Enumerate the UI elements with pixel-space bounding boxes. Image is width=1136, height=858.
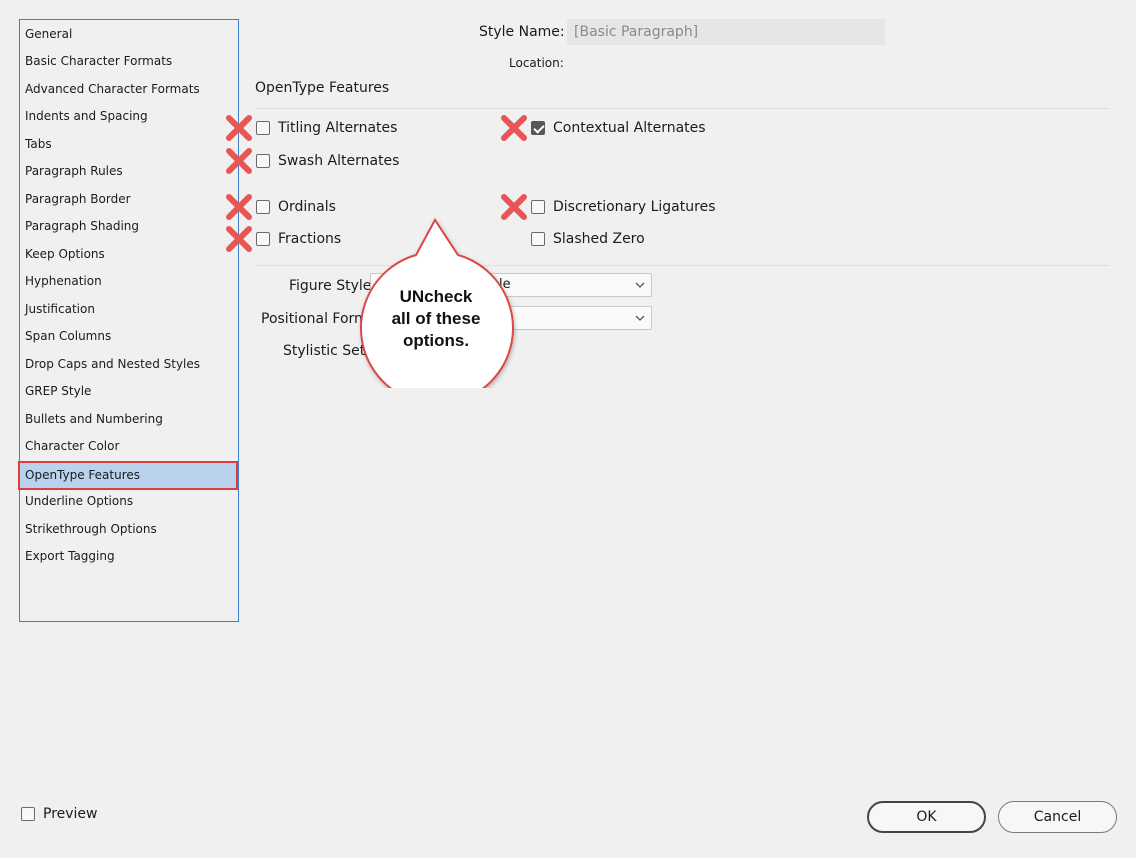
sidebar-item-strikethrough-options[interactable]: Strikethrough Options: [20, 516, 238, 542]
x-mark-icon: [226, 148, 252, 174]
ordinals-checkbox[interactable]: [256, 200, 270, 214]
titling-alternates-label: Titling Alternates: [278, 120, 398, 136]
x-mark-icon: [226, 194, 252, 220]
chevron-down-icon: [635, 282, 645, 288]
x-mark-icon: [226, 115, 252, 141]
style-name-label: Style Name:: [479, 24, 565, 40]
sidebar-item-indents-and-spacing[interactable]: Indents and Spacing: [20, 103, 238, 129]
sidebar-item-tabs[interactable]: Tabs: [20, 131, 238, 157]
sidebar-item-paragraph-rules[interactable]: Paragraph Rules: [20, 158, 238, 184]
sidebar-item-bullets-numbering[interactable]: Bullets and Numbering: [20, 406, 238, 432]
slashed-zero-label: Slashed Zero: [553, 231, 645, 247]
section-title: OpenType Features: [255, 80, 390, 96]
sidebar-item-advanced-character-formats[interactable]: Advanced Character Formats: [20, 76, 238, 102]
sidebar-item-justification[interactable]: Justification: [20, 296, 238, 322]
sidebar-item-paragraph-shading[interactable]: Paragraph Shading: [20, 213, 238, 239]
sidebar-item-character-color[interactable]: Character Color: [20, 433, 238, 459]
sidebar-item-hyphenation[interactable]: Hyphenation: [20, 268, 238, 294]
swash-alternates-label: Swash Alternates: [278, 153, 400, 169]
x-mark-icon: [226, 226, 252, 252]
discretionary-ligatures-label: Discretionary Ligatures: [553, 199, 716, 215]
location-label: Location:: [509, 56, 564, 70]
preview-checkbox[interactable]: [21, 807, 35, 821]
preview-label: Preview: [43, 806, 98, 822]
category-list: General Basic Character Formats Advanced…: [18, 19, 239, 622]
contextual-alternates-label: Contextual Alternates: [553, 120, 706, 136]
section-divider-top: [255, 108, 1110, 109]
fractions-checkbox[interactable]: [256, 232, 270, 246]
style-name-field[interactable]: [Basic Paragraph]: [567, 19, 885, 45]
contextual-alternates-checkbox[interactable]: [531, 121, 545, 135]
fractions-label: Fractions: [278, 231, 342, 247]
chevron-down-icon: [635, 315, 645, 321]
titling-alternates-checkbox[interactable]: [256, 121, 270, 135]
sidebar-item-drop-caps-nested-styles[interactable]: Drop Caps and Nested Styles: [20, 351, 238, 377]
callout-text: UNcheck all of these options.: [391, 287, 481, 350]
ok-button[interactable]: OK: [867, 801, 986, 833]
cancel-button[interactable]: Cancel: [998, 801, 1117, 833]
sidebar-item-general[interactable]: General: [20, 21, 238, 47]
slashed-zero-checkbox[interactable]: [531, 232, 545, 246]
sidebar-item-opentype-features[interactable]: OpenType Features: [18, 461, 238, 490]
positional-form-label: Positional Form: [261, 311, 368, 327]
sidebar-item-span-columns[interactable]: Span Columns: [20, 323, 238, 349]
swash-alternates-checkbox[interactable]: [256, 154, 270, 168]
sidebar-item-export-tagging[interactable]: Export Tagging: [20, 543, 238, 569]
discretionary-ligatures-checkbox[interactable]: [531, 200, 545, 214]
sidebar-item-grep-style[interactable]: GREP Style: [20, 378, 238, 404]
x-mark-icon: [501, 194, 527, 220]
x-mark-icon: [501, 115, 527, 141]
ordinals-label: Ordinals: [278, 199, 336, 215]
sidebar-item-keep-options[interactable]: Keep Options: [20, 241, 238, 267]
sidebar-item-paragraph-border[interactable]: Paragraph Border: [20, 186, 238, 212]
sidebar-item-basic-character-formats[interactable]: Basic Character Formats: [20, 48, 238, 74]
sidebar-item-underline-options[interactable]: Underline Options: [20, 488, 238, 514]
